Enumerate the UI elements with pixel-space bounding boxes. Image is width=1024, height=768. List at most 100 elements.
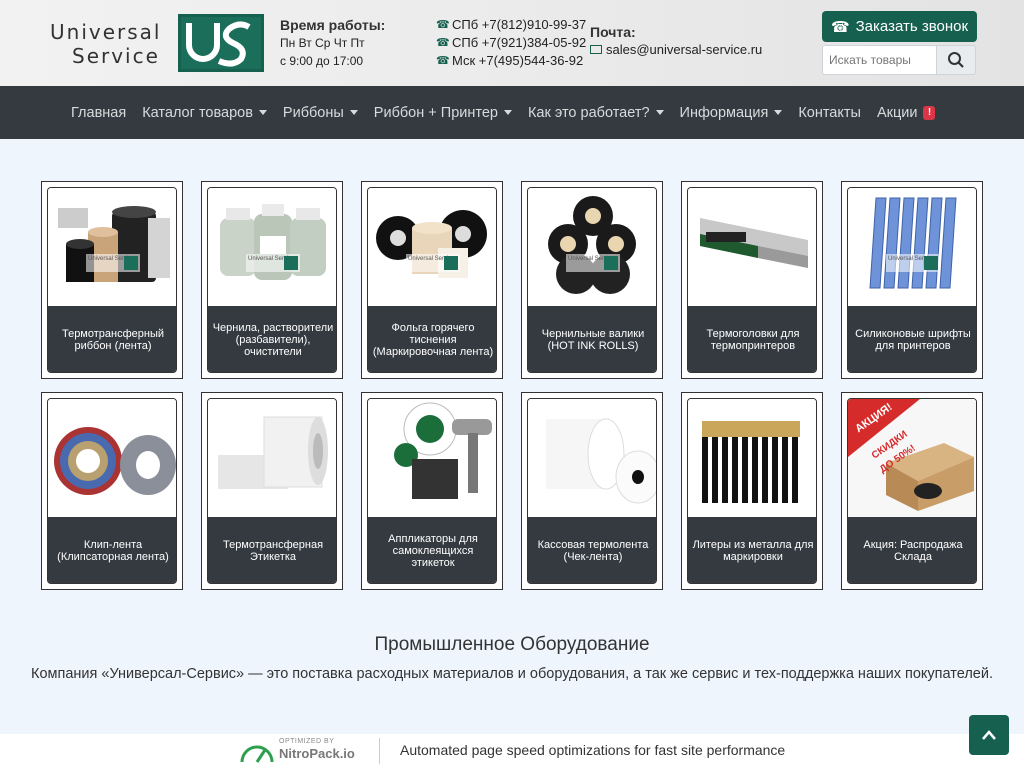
nav-item-ribbons[interactable]: Риббоны — [275, 105, 366, 121]
card-title: Кассовая термолента (Чек-лента) — [528, 517, 656, 583]
catalog-card-sale[interactable]: АКЦИЯ! СКИДКИ ДО 50%! Акция: Распродажа … — [841, 392, 983, 590]
email-title: Почта: — [590, 24, 636, 40]
catalog-card-inks[interactable]: Universal Service Чернила, растворители … — [201, 181, 343, 379]
search-button[interactable] — [936, 45, 976, 75]
phone-item[interactable]: ☎ СПб +7(921)384-05-92 — [436, 34, 586, 52]
card-title: Клип-лента (Клипсаторная лента) — [48, 517, 176, 583]
card-title: Термоголовки для термопринтеров — [688, 306, 816, 372]
phone-number: СПб +7(921)384-05-92 — [452, 35, 587, 50]
caret-down-icon — [774, 110, 783, 115]
product-image: Universal Service — [48, 188, 176, 306]
phone-list: ☎ СПб +7(812)910-99-37 ☎ СПб +7(921)384-05… — [436, 16, 586, 70]
logo-line-2: Service — [72, 44, 160, 68]
product-image — [688, 399, 816, 517]
product-image — [688, 188, 816, 306]
email-link[interactable]: sales@universal-service.ru — [590, 42, 762, 57]
card-title: Акция: Распродажа Склада — [848, 517, 976, 583]
optimized-by-label: OPTIMIZED BY — [279, 738, 335, 745]
nav-label: Контакты — [798, 104, 861, 121]
divider — [379, 738, 380, 764]
search-form — [822, 45, 976, 75]
nav-label: Акции — [876, 104, 918, 121]
catalog-card-ink-rolls[interactable]: Universal Service Чернильные валики (HOT… — [521, 181, 663, 379]
hours-days: Пн Вт Ср Чт Пт — [280, 36, 365, 50]
working-hours: Время работы: Пн Вт Ср Чт Пт с 9:00 до 1… — [280, 16, 385, 70]
card-title: Аппликаторы для самоклеящихся этикеток — [368, 517, 496, 583]
nav-label: Риббон + Принтер — [373, 104, 498, 121]
email-block: Почта: sales@universal-service.ru — [590, 24, 762, 57]
nav-label: Каталог товаров — [142, 104, 253, 121]
search-icon — [948, 52, 964, 68]
card-title: Чернила, растворители (разбавители), очи… — [208, 306, 336, 372]
callback-button-label: Заказать звонок — [855, 18, 969, 35]
product-image — [48, 399, 176, 517]
caret-down-icon — [503, 110, 512, 115]
product-image — [368, 399, 496, 517]
watermark: Universal Service — [246, 254, 300, 272]
product-image: АКЦИЯ! СКИДКИ ДО 50%! — [848, 399, 976, 517]
phone-number: СПб +7(812)910-99-37 — [452, 17, 587, 32]
alert-badge: ! — [923, 105, 936, 120]
scroll-to-top-button[interactable] — [969, 715, 1009, 755]
phone-icon: ☎ — [436, 55, 450, 67]
nav-item-home[interactable]: Главная — [63, 105, 134, 121]
email-address: sales@universal-service.ru — [606, 42, 763, 57]
chevron-up-icon — [982, 730, 996, 740]
caret-down-icon — [349, 110, 358, 115]
nav-label: Риббоны — [282, 104, 344, 121]
caret-down-icon — [258, 110, 267, 115]
nav-item-promotions[interactable]: Акции! — [869, 105, 944, 121]
nitropack-tagline: Automated page speed optimizations for f… — [400, 742, 786, 758]
hours-time: с 9:00 до 17:00 — [280, 54, 364, 68]
nav-label: Как это работает? — [527, 104, 650, 121]
catalog-card-applicators[interactable]: Аппликаторы для самоклеящихся этикеток — [361, 392, 503, 590]
card-title: Термотрансферный риббон (лента) — [48, 306, 176, 372]
logo-mark-icon — [178, 14, 264, 72]
speedometer-icon — [240, 745, 274, 763]
site-header: Universal Service Время работы: Пн Вт Ср… — [0, 0, 1024, 86]
card-title: Фольга горячего тиснения (Маркировочная … — [368, 306, 496, 372]
product-image — [208, 399, 336, 517]
logo-text: Universal Service — [50, 20, 161, 68]
callback-button[interactable]: ☎ Заказать звонок — [822, 11, 977, 42]
catalog-card-silicone-fonts[interactable]: Universal Service Силиконовые шрифты для… — [841, 181, 983, 379]
catalog-card-receipt-paper[interactable]: Кассовая термолента (Чек-лента) — [521, 392, 663, 590]
watermark: Universal Service — [566, 254, 620, 272]
phone-icon: ☎ — [830, 18, 850, 36]
phone-item[interactable]: ☎ СПб +7(812)910-99-37 — [436, 16, 586, 34]
catalog-card-ribbon[interactable]: Universal Service Термотрансферный риббо… — [41, 181, 183, 379]
nav-label: Главная — [71, 104, 127, 121]
nav-item-ribbon-printer[interactable]: Риббон + Принтер — [366, 105, 520, 121]
catalog-card-labels[interactable]: Термотрансферная Этикетка — [201, 392, 343, 590]
card-title: Литеры из металла для маркировки — [688, 517, 816, 583]
catalog-card-printheads[interactable]: Термоголовки для термопринтеров — [681, 181, 823, 379]
phone-number: Мск +7(495)544-36-92 — [452, 53, 584, 68]
envelope-icon — [590, 45, 602, 54]
nav-label: Информация — [679, 104, 769, 121]
product-image: Universal Service — [208, 188, 336, 306]
nav-item-info[interactable]: Информация — [672, 105, 791, 121]
card-title: Термотрансферная Этикетка — [208, 517, 336, 583]
section-heading: Промышленное Оборудование — [374, 634, 650, 655]
main-navigation: Главная Каталог товаров Риббоны Риббон +… — [0, 86, 1024, 139]
nitropack-brand: NitroPack.io — [279, 746, 355, 761]
product-image: Universal Service — [368, 188, 496, 306]
catalog-card-clip-tape[interactable]: Клип-лента (Клипсаторная лента) — [41, 392, 183, 590]
watermark: Universal Service — [886, 254, 940, 272]
nav-item-catalog[interactable]: Каталог товаров — [134, 105, 275, 121]
product-image: Universal Service — [848, 188, 976, 306]
catalog-card-foil[interactable]: Universal Service Фольга горячего тиснен… — [361, 181, 503, 379]
watermark: Universal Service — [406, 254, 460, 272]
search-input[interactable] — [822, 45, 936, 75]
nav-item-how-it-works[interactable]: Как это работает? — [520, 105, 672, 121]
card-title: Чернильные валики (HOT INK ROLLS) — [528, 306, 656, 372]
product-image — [528, 399, 656, 517]
catalog-card-metal-letters[interactable]: Литеры из металла для маркировки — [681, 392, 823, 590]
phone-item[interactable]: ☎ Мск +7(495)544-36-92 — [436, 52, 586, 70]
nav-item-contacts[interactable]: Контакты — [790, 105, 869, 121]
watermark: Universal Service — [86, 254, 140, 272]
card-title: Силиконовые шрифты для принтеров — [848, 306, 976, 372]
nitropack-logo[interactable]: OPTIMIZED BY NitroPack.io — [239, 738, 359, 764]
site-logo[interactable]: Universal Service — [50, 14, 265, 72]
phone-icon: ☎ — [436, 37, 450, 49]
